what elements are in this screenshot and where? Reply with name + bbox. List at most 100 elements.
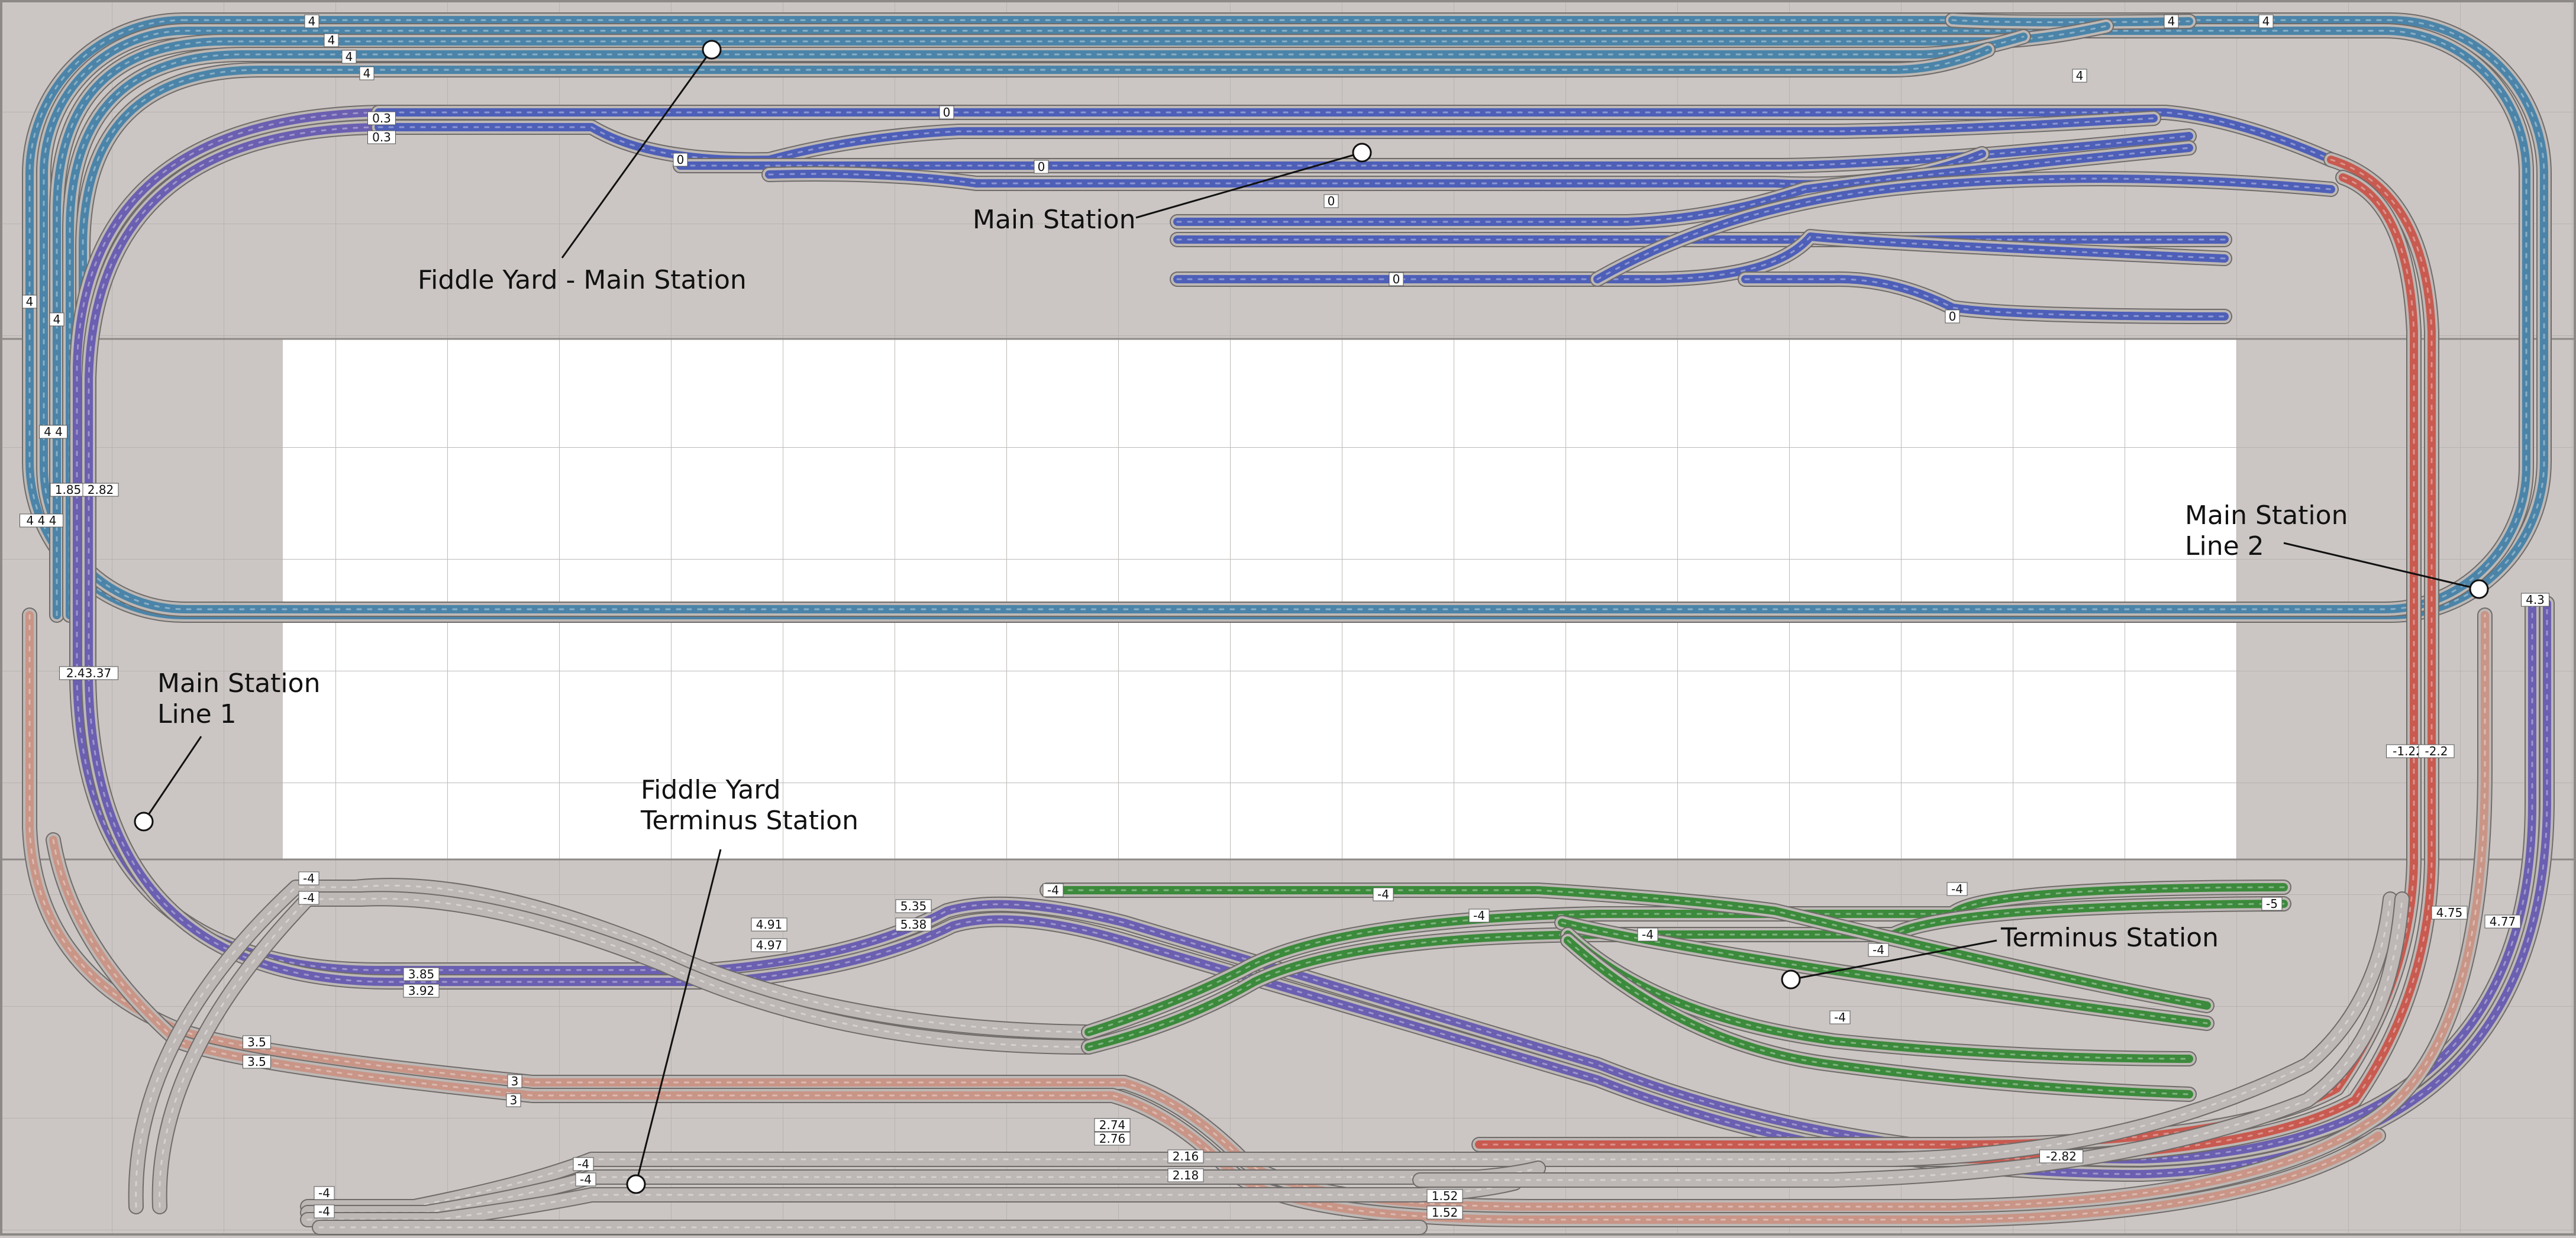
svg-text:4: 4 <box>2262 14 2270 28</box>
height-marker: 3 <box>506 1093 521 1107</box>
callout-point-fiddle-terminus[interactable] <box>626 1174 646 1194</box>
svg-text:0: 0 <box>1038 160 1045 174</box>
height-marker: -4 <box>298 871 319 885</box>
height-marker: 2.82 <box>82 483 119 497</box>
svg-text:-4: -4 <box>577 1157 589 1171</box>
svg-text:3.5: 3.5 <box>247 1035 266 1049</box>
svg-text:-4: -4 <box>303 891 315 905</box>
height-marker: 3.92 <box>403 984 440 998</box>
svg-text:0: 0 <box>1393 272 1400 286</box>
height-marker: 3 <box>507 1074 522 1088</box>
inner-board-grid <box>283 339 2236 859</box>
height-marker: 4 4 <box>39 425 67 439</box>
height-marker: 4 <box>359 66 375 80</box>
svg-text:4: 4 <box>53 312 61 327</box>
svg-text:-4: -4 <box>318 1204 330 1218</box>
label-fiddle-yard-terminus-station: Fiddle Yard Terminus Station <box>641 775 858 836</box>
height-marker: 3.85 <box>403 967 440 981</box>
svg-text:-4: -4 <box>303 871 315 885</box>
svg-text:2.76: 2.76 <box>1099 1132 1126 1146</box>
height-marker: 4 <box>22 295 37 309</box>
svg-text:-4: -4 <box>1951 882 1963 896</box>
svg-text:-5: -5 <box>2266 897 2278 911</box>
height-marker: 4.97 <box>751 938 787 952</box>
label-main-station: Main Station <box>973 205 1136 235</box>
svg-text:0.3: 0.3 <box>372 130 391 144</box>
svg-text:-4: -4 <box>1834 1010 1846 1024</box>
height-marker: 5.35 <box>895 899 932 913</box>
height-marker: -4 <box>575 1172 596 1187</box>
height-marker: -4 <box>1946 882 1968 896</box>
height-marker: 0 <box>673 153 688 167</box>
svg-text:3.5: 3.5 <box>247 1055 266 1069</box>
svg-text:4.91: 4.91 <box>756 917 783 932</box>
fiddle-yard-main-siding-1[interactable] <box>1945 12 2197 30</box>
callout-point-line1[interactable] <box>134 812 154 832</box>
svg-text:4: 4 <box>328 33 335 47</box>
height-marker: -4 <box>1042 883 1064 897</box>
height-marker: 0 <box>1389 272 1404 286</box>
callout-point-line2[interactable] <box>2469 579 2489 599</box>
svg-text:2.82: 2.82 <box>88 483 114 497</box>
svg-text:4: 4 <box>26 295 34 309</box>
height-marker: 0 <box>939 105 954 119</box>
height-marker: 4.75 <box>2431 906 2468 920</box>
svg-text:2.18: 2.18 <box>1173 1168 1199 1182</box>
callout-point-fiddle-main[interactable] <box>702 40 722 60</box>
svg-text:0.3: 0.3 <box>372 111 391 125</box>
svg-text:-4: -4 <box>1047 883 1059 897</box>
svg-text:0: 0 <box>943 105 951 119</box>
height-marker: -4 <box>298 891 319 905</box>
height-marker: 0 <box>1034 160 1049 174</box>
height-marker: -4 <box>1468 909 1490 923</box>
svg-text:-2.2: -2.2 <box>2425 744 2448 758</box>
height-marker: -4 <box>1637 927 1658 942</box>
height-marker: -4 <box>573 1157 594 1171</box>
svg-text:1.52: 1.52 <box>1432 1205 1458 1220</box>
height-marker: -4 <box>1373 887 1394 901</box>
label-main-station-line-2: Main Station Line 2 <box>2185 500 2348 561</box>
height-marker: 0.3 <box>367 111 396 125</box>
svg-text:3: 3 <box>511 1074 519 1088</box>
label-main-station-line-1: Main Station Line 1 <box>157 668 321 729</box>
height-marker: 1.85 <box>50 483 86 497</box>
svg-text:4: 4 <box>363 66 371 80</box>
track-layout-canvas: 4444444444 44 4 4 0.3 0.3 0 0 0 0 0 0 1.85 2.82 2.4… <box>0 0 2576 1236</box>
height-marker: -2.82 <box>2039 1149 2083 1163</box>
svg-text:5.38: 5.38 <box>900 917 927 932</box>
label-fiddle-yard-main-station: Fiddle Yard - Main Station <box>418 265 747 295</box>
svg-text:4.3: 4.3 <box>2526 593 2545 607</box>
svg-text:0: 0 <box>1328 194 1335 208</box>
svg-text:3.85: 3.85 <box>408 967 435 981</box>
svg-text:-4: -4 <box>1642 927 1654 942</box>
height-marker: 4 <box>324 33 339 47</box>
svg-text:4.77: 4.77 <box>2490 914 2516 929</box>
height-marker: 2.76 <box>1094 1132 1131 1146</box>
height-marker: 4 <box>341 50 357 64</box>
height-marker: 1.52 <box>1426 1189 1463 1203</box>
svg-text:1.85: 1.85 <box>55 483 82 497</box>
svg-text:5.35: 5.35 <box>900 899 927 913</box>
svg-text:2.43.37: 2.43.37 <box>66 666 111 680</box>
height-marker: 3.5 <box>243 1055 271 1069</box>
svg-text:3.92: 3.92 <box>408 984 435 998</box>
callout-point-terminus[interactable] <box>1781 969 1801 990</box>
track-plan: 44444 44444 44 4 40.30.30000001.85 2.822.4… <box>0 0 2576 1236</box>
height-marker: -4 <box>314 1186 335 1200</box>
height-marker: 4 4 4 <box>20 513 63 528</box>
svg-text:4 4 4: 4 4 4 <box>27 513 57 528</box>
height-marker: -4 <box>314 1204 335 1218</box>
height-marker: -5 <box>2261 897 2283 911</box>
svg-text:0: 0 <box>677 153 685 167</box>
svg-text:2.74: 2.74 <box>1099 1118 1126 1132</box>
callout-point-main-station[interactable] <box>1352 143 1372 163</box>
height-marker: 1.52 <box>1426 1205 1463 1220</box>
height-marker: 2.16 <box>1167 1149 1204 1163</box>
svg-text:0: 0 <box>1949 309 1957 324</box>
svg-text:-4: -4 <box>1873 943 1884 957</box>
svg-text:-4: -4 <box>318 1186 330 1200</box>
height-marker: 4 <box>2258 14 2274 28</box>
height-marker: 4 <box>304 14 319 28</box>
svg-text:-4: -4 <box>1473 909 1485 923</box>
svg-text:-4: -4 <box>1377 887 1389 901</box>
